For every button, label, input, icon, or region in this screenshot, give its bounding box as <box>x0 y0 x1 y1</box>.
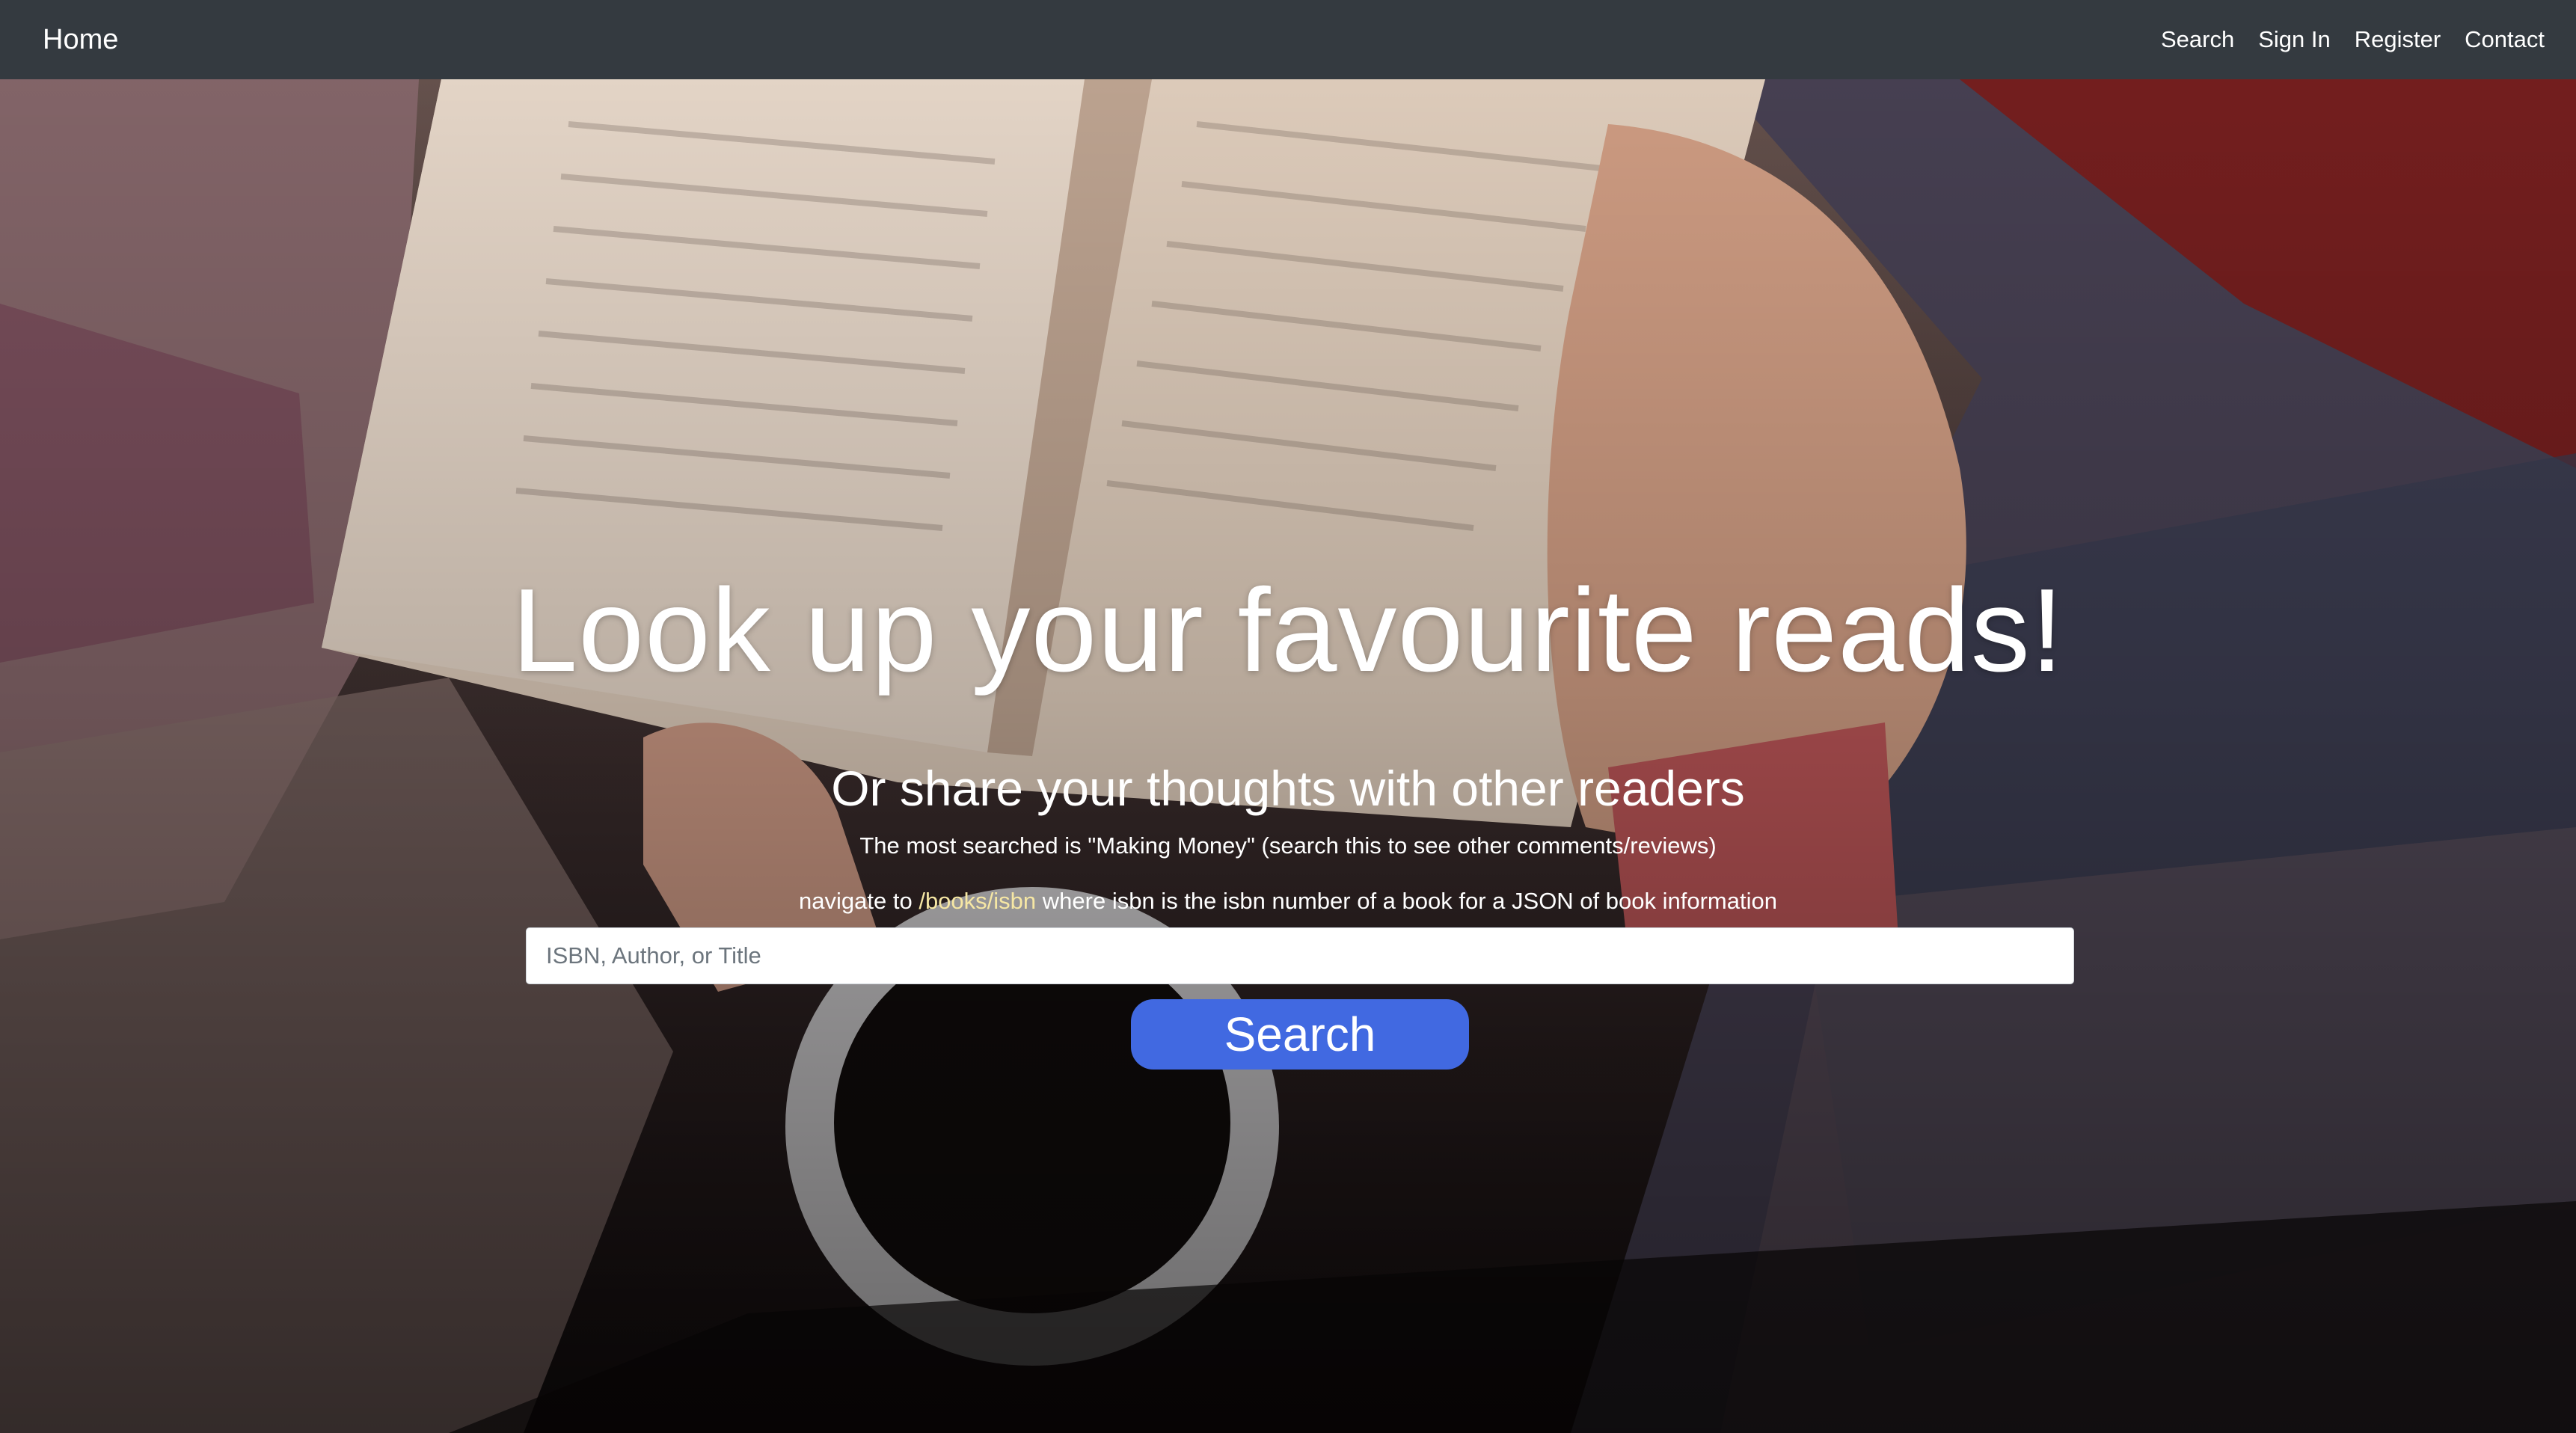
api-path-link[interactable]: /books/isbn <box>919 888 1036 914</box>
top-navbar: Home Search Sign In Register Contact <box>0 0 2576 79</box>
hero-content: Look up your favourite reads! Or share y… <box>0 0 2576 1433</box>
search-button[interactable]: Search <box>1131 999 1469 1070</box>
nav-link-register[interactable]: Register <box>2355 26 2441 53</box>
nav-link-search[interactable]: Search <box>2161 26 2234 53</box>
most-searched-note: The most searched is "Making Money" (sea… <box>859 832 1717 859</box>
home-link[interactable]: Home <box>43 24 118 56</box>
api-hint-prefix: navigate to <box>799 888 913 914</box>
nav-links: Search Sign In Register Contact <box>2137 26 2545 53</box>
nav-link-contact[interactable]: Contact <box>2465 26 2545 53</box>
hero-subheadline: Or share your thoughts with other reader… <box>831 761 1745 816</box>
search-input[interactable] <box>526 927 2074 984</box>
api-hint-suffix: where isbn is the isbn number of a book … <box>1042 888 1777 914</box>
nav-link-sign-in[interactable]: Sign In <box>2258 26 2331 53</box>
api-hint: navigate to /books/isbn where isbn is th… <box>0 886 2576 916</box>
hero-headline: Look up your favourite reads! <box>512 565 2064 696</box>
